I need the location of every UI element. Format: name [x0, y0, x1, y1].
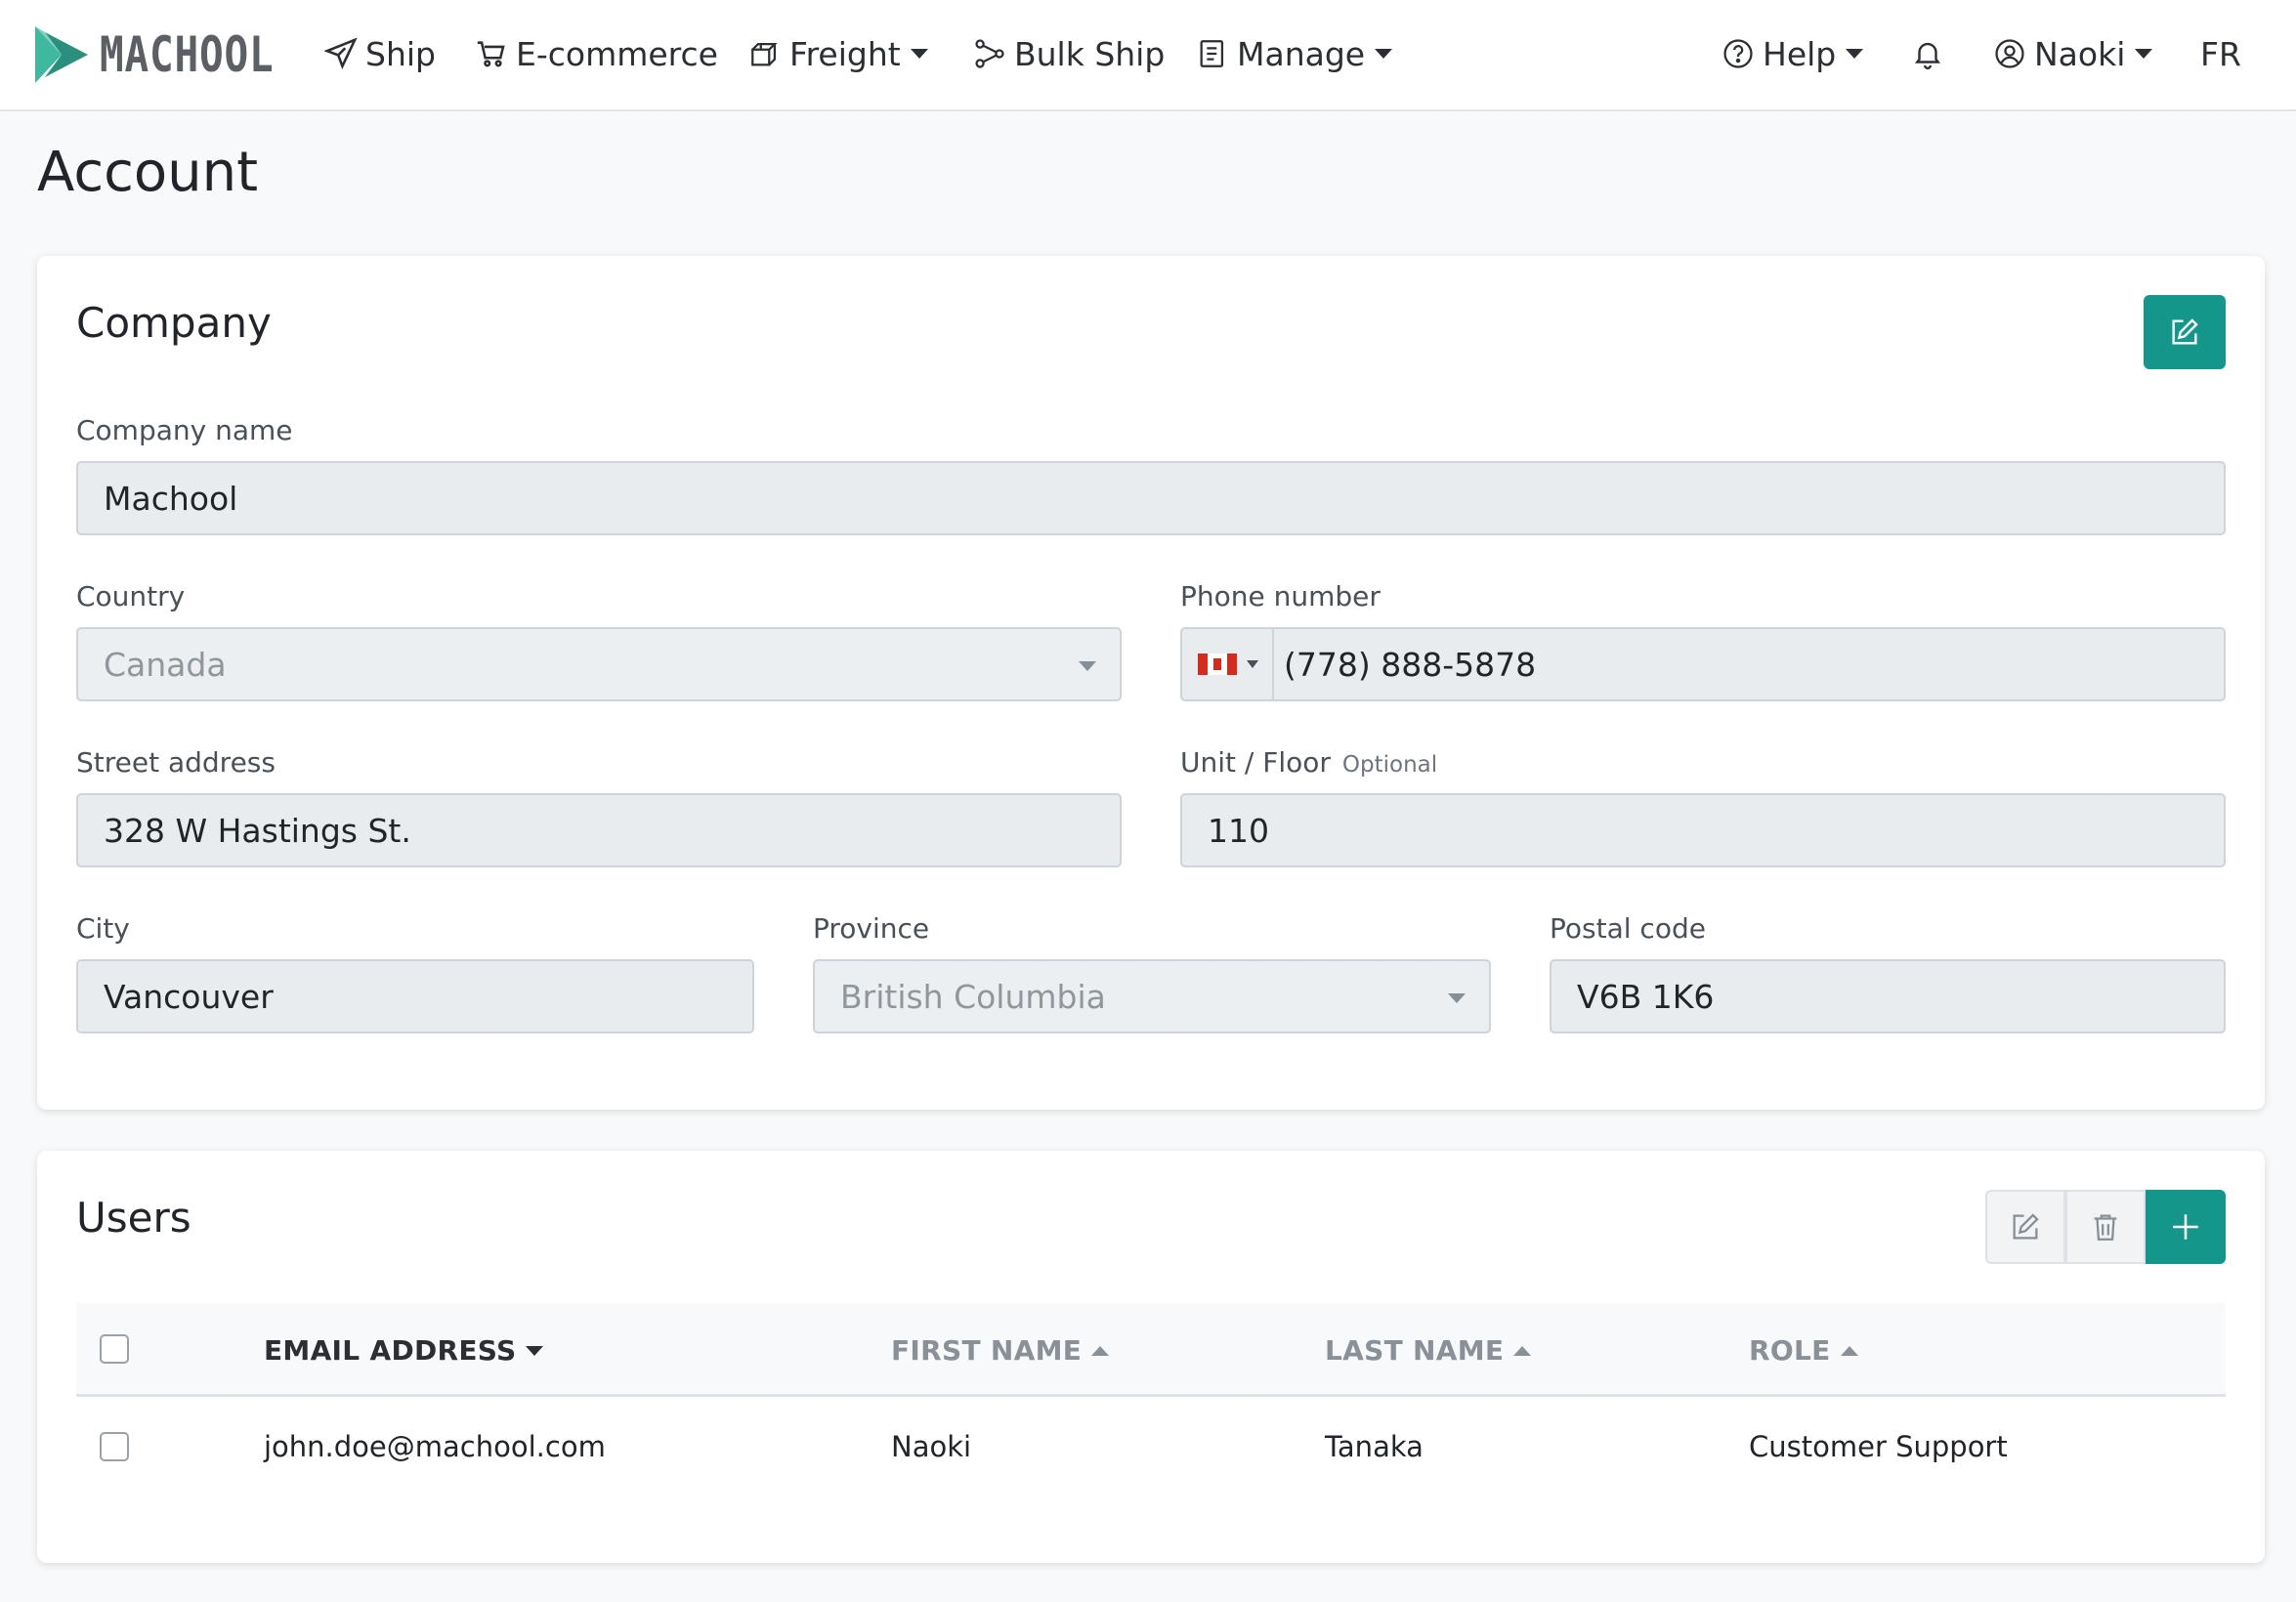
nav-ecommerce[interactable]: E-commerce — [475, 27, 718, 80]
company-name-label: Company name — [76, 414, 293, 446]
column-first-name-header[interactable]: FIRST NAME — [891, 1334, 1110, 1367]
cart-icon — [475, 37, 508, 70]
nav-user-menu[interactable]: Naoki — [1993, 27, 2153, 80]
city-value: Vancouver — [104, 977, 274, 1016]
column-role-header[interactable]: ROLE — [1749, 1334, 1858, 1367]
edit-company-button[interactable] — [2144, 295, 2226, 369]
chevron-down-icon — [1448, 993, 1466, 1003]
unit-field[interactable]: 110 — [1180, 793, 2226, 867]
add-user-button[interactable] — [2146, 1190, 2226, 1264]
postal-label: Postal code — [1550, 912, 1706, 945]
edit-icon — [2013, 1213, 2039, 1240]
unit-label-text: Unit / Floor — [1180, 746, 1331, 779]
phone-value: (778) 888-5878 — [1284, 645, 1537, 684]
province-select[interactable]: British Columbia — [813, 959, 1491, 1033]
sort-asc-icon — [1840, 1345, 1858, 1356]
question-circle-icon — [1722, 37, 1755, 70]
nav-bulk-ship-label: Bulk Ship — [1014, 34, 1166, 73]
company-card-title: Company — [76, 299, 272, 347]
postal-field[interactable]: V6B 1K6 — [1550, 959, 2226, 1033]
street-label: Street address — [76, 746, 276, 779]
chevron-down-icon — [910, 49, 928, 59]
sort-desc-icon — [526, 1345, 544, 1356]
users-table-header: EMAIL ADDRESS FIRST NAME LAST NAME ROLE — [76, 1303, 2226, 1397]
country-select[interactable]: Canada — [76, 627, 1122, 701]
language-toggle[interactable]: FR — [2200, 27, 2241, 80]
nav-help-label: Help — [1763, 34, 1837, 73]
street-field[interactable]: 328 W Hastings St. — [76, 793, 1122, 867]
unit-label: Unit / Floor Optional — [1180, 746, 1437, 779]
nav-ship[interactable]: Ship — [324, 27, 436, 80]
users-card: Users EMAIL ADDRESS FIRST NAME LAST NAME… — [37, 1151, 2265, 1563]
row-checkbox[interactable] — [100, 1432, 129, 1461]
postal-value: V6B 1K6 — [1577, 977, 1715, 1016]
unit-value: 110 — [1208, 811, 1269, 850]
edit-user-button[interactable] — [1985, 1190, 2065, 1264]
page-title: Account — [37, 141, 259, 204]
nav-freight[interactable]: Freight — [748, 27, 928, 80]
brand-name: MACHOOL — [100, 26, 275, 83]
country-label: Country — [76, 580, 186, 612]
edit-icon — [2172, 318, 2198, 345]
nav-bulk-ship[interactable]: Bulk Ship — [973, 27, 1165, 80]
machool-logo-icon — [35, 26, 88, 83]
users-card-title: Users — [76, 1194, 191, 1242]
chevron-down-icon — [1846, 49, 1864, 59]
country-code-dropdown[interactable] — [1182, 629, 1274, 699]
plus-icon — [2173, 1214, 2198, 1240]
paper-plane-icon — [324, 37, 358, 70]
notifications-button[interactable] — [1911, 27, 1952, 80]
user-circle-icon — [1993, 37, 2026, 70]
sort-asc-icon — [1091, 1345, 1110, 1356]
trash-icon — [2094, 1214, 2117, 1241]
column-role-label: ROLE — [1749, 1334, 1831, 1367]
chevron-down-icon — [2135, 49, 2153, 59]
nav-help[interactable]: Help — [1722, 27, 1864, 80]
street-value: 328 W Hastings St. — [104, 811, 411, 850]
column-last-name-header[interactable]: LAST NAME — [1325, 1334, 1532, 1367]
company-name-value: Machool — [104, 479, 238, 518]
table-row[interactable]: john.doe@machool.com Naoki Tanaka Custom… — [76, 1397, 2226, 1495]
select-all-checkbox[interactable] — [100, 1334, 129, 1364]
row-email: john.doe@machool.com — [264, 1430, 606, 1463]
nav-freight-label: Freight — [789, 34, 901, 73]
bell-icon — [1911, 37, 1944, 70]
boxes-icon — [748, 37, 782, 70]
column-email-label: EMAIL ADDRESS — [264, 1334, 517, 1367]
clipboard-list-icon — [1196, 37, 1229, 70]
brand-logo[interactable]: MACHOOL — [35, 25, 313, 84]
chevron-down-icon — [1375, 49, 1393, 59]
chevron-down-icon — [1247, 660, 1258, 668]
city-field[interactable]: Vancouver — [76, 959, 754, 1033]
column-last-name-label: LAST NAME — [1325, 1334, 1505, 1367]
nav-ship-label: Ship — [365, 34, 436, 73]
nav-user-label: Naoki — [2034, 34, 2126, 73]
company-name-field[interactable]: Machool — [76, 461, 2226, 535]
nav-manage[interactable]: Manage — [1196, 27, 1393, 80]
country-value: Canada — [104, 645, 227, 684]
share-nodes-icon — [973, 37, 1006, 70]
row-last-name: Tanaka — [1325, 1430, 1424, 1463]
language-label: FR — [2200, 34, 2241, 73]
company-card: Company Company name Machool Country Can… — [37, 256, 2265, 1110]
city-label: City — [76, 912, 130, 945]
province-label: Province — [813, 912, 930, 945]
chevron-down-icon — [1079, 661, 1096, 671]
canada-flag-icon — [1198, 653, 1237, 675]
delete-user-button[interactable] — [2065, 1190, 2146, 1264]
phone-field[interactable]: (778) 888-5878 — [1180, 627, 2226, 701]
nav-manage-label: Manage — [1237, 34, 1366, 73]
top-navbar: MACHOOL Ship E-commerce Freight Bulk Shi… — [0, 0, 2296, 111]
column-first-name-label: FIRST NAME — [891, 1334, 1083, 1367]
province-value: British Columbia — [840, 977, 1106, 1016]
row-role: Customer Support — [1749, 1430, 2008, 1463]
optional-hint: Optional — [1341, 752, 1438, 778]
column-email-header[interactable]: EMAIL ADDRESS — [264, 1334, 544, 1367]
nav-ecommerce-label: E-commerce — [516, 34, 718, 73]
phone-label: Phone number — [1180, 580, 1381, 612]
sort-asc-icon — [1513, 1345, 1532, 1356]
row-first-name: Naoki — [891, 1430, 972, 1463]
users-actions — [1985, 1190, 2226, 1264]
